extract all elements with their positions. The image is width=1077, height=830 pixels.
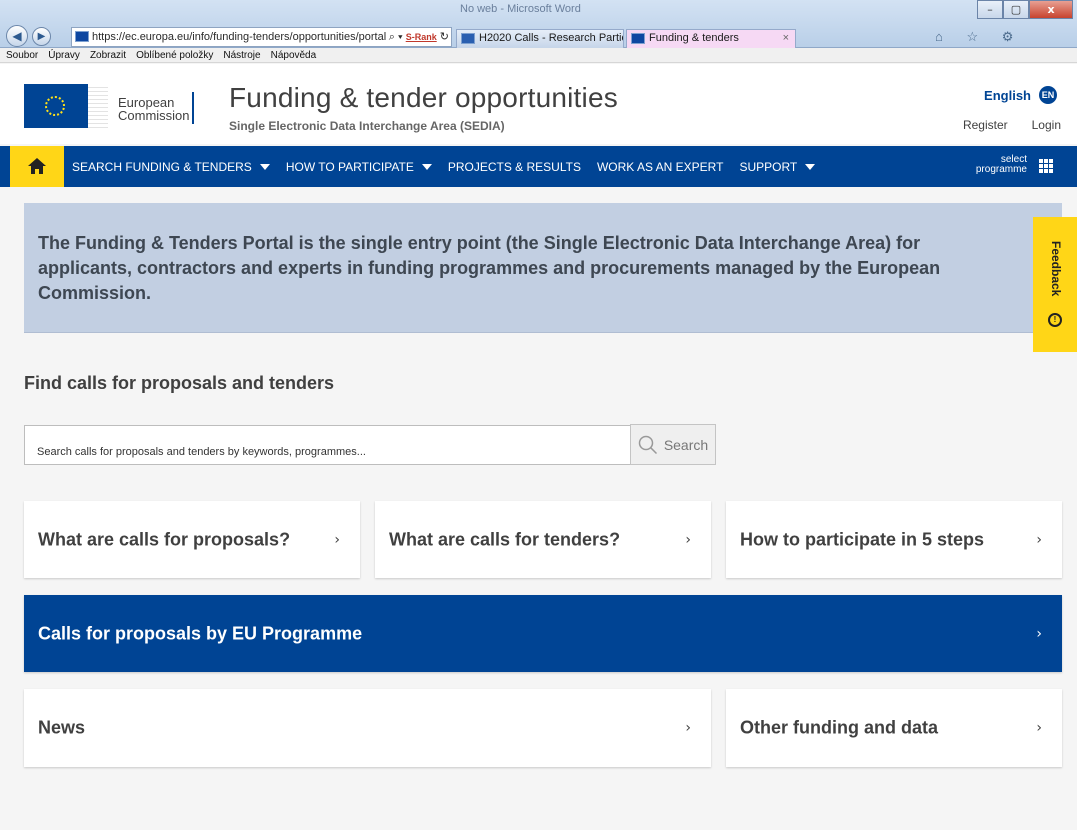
tab-label: Funding & tenders bbox=[649, 32, 739, 44]
intro-banner: The Funding & Tenders Portal is the sing… bbox=[24, 203, 1062, 333]
browser-tab-funding[interactable]: Funding & tenders × bbox=[626, 29, 796, 48]
register-link[interactable]: Register bbox=[963, 118, 1008, 132]
caret-down-icon bbox=[259, 163, 270, 170]
site-subtitle: Single Electronic Data Interchange Area … bbox=[229, 119, 505, 133]
card-calls-for-proposals[interactable]: What are calls for proposals? › bbox=[24, 501, 360, 578]
tab-favicon-icon bbox=[461, 33, 475, 44]
chevron-right-icon: › bbox=[1036, 531, 1042, 548]
site-favicon-icon bbox=[75, 31, 89, 42]
browser-menubar: Soubor Úpravy Zobrazit Oblíbené položky … bbox=[0, 48, 1077, 63]
card-news[interactable]: News › bbox=[24, 689, 711, 767]
card-calls-for-tenders[interactable]: What are calls for tenders? › bbox=[375, 501, 711, 578]
feedback-smiley-icon: ! bbox=[1048, 313, 1062, 327]
browser-tab-h2020[interactable]: H2020 Calls - Research Particip... bbox=[456, 29, 624, 48]
menu-soubor[interactable]: Soubor bbox=[6, 48, 38, 62]
window-controls: – ▢ x bbox=[977, 0, 1073, 19]
tab-label: H2020 Calls - Research Particip... bbox=[479, 32, 623, 44]
close-window-button[interactable]: x bbox=[1029, 0, 1073, 19]
auth-links: Register Login bbox=[963, 118, 1061, 132]
nav-support[interactable]: SUPPORT bbox=[739, 160, 816, 174]
card-label: Other funding and data bbox=[740, 717, 938, 738]
home-icon bbox=[28, 158, 46, 174]
chevron-right-icon: › bbox=[334, 531, 340, 548]
back-arrow-icon[interactable]: ◀ bbox=[6, 25, 28, 47]
card-how-to-participate[interactable]: How to participate in 5 steps › bbox=[726, 501, 1062, 578]
nav-items: SEARCH FUNDING & TENDERS HOW TO PARTICIP… bbox=[72, 146, 831, 187]
browser-toolbar-icons[interactable]: ⌂ ☆ ⚙ bbox=[935, 29, 1023, 45]
nav-search-funding[interactable]: SEARCH FUNDING & TENDERS bbox=[72, 160, 270, 174]
nav-work-as-expert[interactable]: WORK AS AN EXPERT bbox=[597, 160, 723, 174]
chevron-right-icon: › bbox=[685, 531, 691, 548]
site-header: European Commission Funding & tender opp… bbox=[0, 64, 1077, 144]
card-label: Calls for proposals by EU Programme bbox=[38, 623, 363, 643]
main-navigation: SEARCH FUNDING & TENDERS HOW TO PARTICIP… bbox=[0, 146, 1077, 187]
menu-zobrazit[interactable]: Zobrazit bbox=[90, 48, 126, 62]
search-input[interactable]: Search calls for proposals and tenders b… bbox=[24, 425, 630, 465]
intro-text: The Funding & Tenders Portal is the sing… bbox=[38, 233, 941, 303]
card-label: How to participate in 5 steps bbox=[740, 529, 985, 549]
logo-text: European Commission bbox=[118, 95, 190, 123]
card-calls-by-programme[interactable]: Calls for proposals by EU Programme › bbox=[24, 595, 1062, 672]
search-icon[interactable]: ⌕ ▾ bbox=[389, 31, 403, 43]
menu-napoveda[interactable]: Nápověda bbox=[271, 48, 317, 62]
address-bar[interactable]: https://ec.europa.eu/info/funding-tender… bbox=[71, 27, 452, 47]
chevron-right-icon: › bbox=[1036, 625, 1042, 642]
forward-arrow-icon[interactable]: ▶ bbox=[32, 27, 51, 46]
feedback-tab[interactable]: Feedback ! bbox=[1033, 217, 1077, 352]
search-button[interactable]: Search bbox=[630, 424, 716, 465]
find-calls-heading: Find calls for proposals and tenders bbox=[24, 373, 335, 393]
refresh-icon[interactable]: ↻ bbox=[440, 31, 449, 43]
apps-grid-icon[interactable] bbox=[1039, 159, 1053, 173]
language-badge: EN bbox=[1039, 86, 1057, 104]
chevron-right-icon: › bbox=[1036, 720, 1042, 736]
caret-down-icon bbox=[421, 163, 432, 170]
select-programme-link[interactable]: select programme bbox=[976, 155, 1027, 175]
home-button[interactable] bbox=[10, 146, 64, 187]
feedback-label: Feedback bbox=[1049, 241, 1063, 297]
caret-down-icon bbox=[805, 163, 816, 170]
browser-titlebar: No web - Microsoft Word – ▢ x ◀ ▶ https:… bbox=[0, 0, 1077, 48]
nav-how-to-participate[interactable]: HOW TO PARTICIPATE bbox=[286, 160, 432, 174]
url-text: https://ec.europa.eu/info/funding-tender… bbox=[92, 31, 387, 43]
minimize-button[interactable]: – bbox=[977, 0, 1003, 19]
menu-upravy[interactable]: Úpravy bbox=[48, 48, 80, 62]
language-selector[interactable]: English EN bbox=[984, 86, 1057, 104]
window-title: No web - Microsoft Word bbox=[460, 3, 581, 15]
search-button-label: Search bbox=[663, 436, 709, 453]
site-title: Funding & tender opportunities bbox=[229, 82, 618, 113]
language-label: English bbox=[984, 87, 1031, 103]
maximize-button[interactable]: ▢ bbox=[1003, 0, 1029, 19]
card-label: News bbox=[38, 717, 86, 738]
card-label: What are calls for proposals? bbox=[38, 529, 291, 549]
tab-favicon-icon bbox=[631, 33, 645, 44]
menu-oblibene[interactable]: Oblíbené položky bbox=[136, 48, 213, 62]
chevron-right-icon: › bbox=[685, 720, 691, 736]
nav-projects-results[interactable]: PROJECTS & RESULTS bbox=[448, 160, 581, 174]
search-icon bbox=[638, 435, 657, 454]
card-label: What are calls for tenders? bbox=[389, 529, 621, 549]
eu-flag-icon bbox=[24, 84, 88, 128]
login-link[interactable]: Login bbox=[1032, 118, 1061, 132]
address-tools[interactable]: ⌕ ▾ S-Rank ↻ bbox=[389, 28, 449, 46]
european-commission-logo[interactable]: European Commission bbox=[24, 84, 196, 128]
srank-link[interactable]: S-Rank bbox=[406, 32, 437, 42]
tab-close-icon[interactable]: × bbox=[783, 30, 789, 47]
card-other-funding[interactable]: Other funding and data › bbox=[726, 689, 1062, 767]
menu-nastroje[interactable]: Nástroje bbox=[223, 48, 260, 62]
